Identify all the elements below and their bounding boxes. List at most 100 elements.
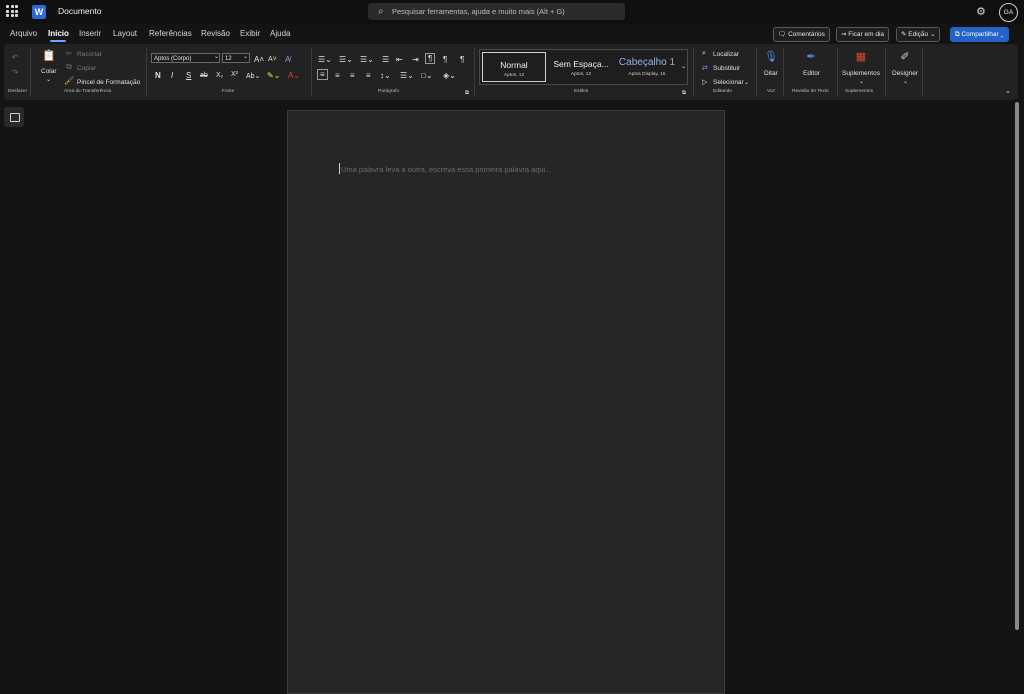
- tab-referencias[interactable]: Referências: [149, 29, 192, 38]
- tab-inserir[interactable]: Inserir: [79, 29, 101, 38]
- document-title[interactable]: Documento: [58, 6, 101, 16]
- chevron-down-icon: ⌄: [929, 31, 936, 38]
- styles-dialog-launcher-icon[interactable]: ⧉: [682, 90, 686, 97]
- numbering-icon[interactable]: ☰⌄: [339, 55, 353, 64]
- font-color-icon[interactable]: A⌄: [288, 71, 300, 80]
- clipboard-group-label: Área de Transferência: [64, 89, 112, 94]
- replace-icon: ⇄: [702, 65, 708, 72]
- app-launcher-icon[interactable]: [6, 5, 18, 17]
- style-heading-1-sub: Aptos Display, 16: [628, 72, 666, 77]
- tab-ajuda[interactable]: Ajuda: [270, 29, 290, 38]
- find-button[interactable]: Localizar: [713, 51, 739, 58]
- editor-pen-icon[interactable]: ✒: [805, 52, 817, 63]
- paragraph-group-label: Parágrafo: [378, 89, 400, 94]
- line-spacing-icon[interactable]: ↕⌄: [380, 71, 391, 80]
- grow-font-icon[interactable]: A˄: [254, 55, 264, 64]
- designer-button[interactable]: Designer: [892, 70, 918, 77]
- user-avatar[interactable]: GA: [999, 3, 1018, 22]
- paragraph-dialog-launcher-icon[interactable]: ⧉: [465, 90, 469, 97]
- style-heading-1[interactable]: Cabeçalho 1 Aptos Display, 16: [614, 52, 680, 82]
- dictate-button[interactable]: Ditar: [764, 70, 778, 77]
- chevron-down-icon[interactable]: ⌄: [46, 76, 51, 83]
- vertical-scrollbar[interactable]: [1015, 102, 1019, 630]
- bullets-icon[interactable]: ☰⌄: [318, 55, 332, 64]
- borders-icon[interactable]: □⌄: [421, 71, 433, 80]
- italic-button[interactable]: I: [171, 71, 173, 80]
- replace-button[interactable]: Substituir: [713, 65, 740, 72]
- designer-wand-icon[interactable]: ✐: [899, 52, 911, 63]
- ltr-direction-icon[interactable]: ¶: [443, 55, 447, 64]
- styles-group-label: Estilos: [574, 89, 589, 94]
- align-center-icon[interactable]: ≡: [335, 71, 340, 80]
- editing-mode-button[interactable]: ✎ Edição ⌄: [896, 27, 941, 42]
- paste-icon[interactable]: 📋: [42, 51, 56, 62]
- tab-revisao[interactable]: Revisão: [201, 29, 230, 38]
- select-button[interactable]: Selecionar: [713, 79, 744, 86]
- text-effects-icon[interactable]: Ab⌄: [246, 72, 260, 80]
- format-painter-label[interactable]: Pincel de Formatação: [77, 79, 140, 86]
- navigation-pane-icon[interactable]: [4, 107, 24, 127]
- style-normal-sub: Aptos, 12: [503, 73, 525, 78]
- rtl-direction-icon[interactable]: ¶: [425, 53, 436, 64]
- align-right-icon[interactable]: ≡: [350, 71, 355, 80]
- word-logo-icon: W: [32, 5, 46, 19]
- paragraph-spacing-icon[interactable]: ☰⌄: [400, 71, 414, 80]
- paste-label[interactable]: Colar: [41, 68, 57, 75]
- addins-button[interactable]: Suplementos: [842, 70, 880, 77]
- styles-more-icon[interactable]: ⌄: [681, 63, 686, 70]
- share-icon: ⧉: [955, 31, 960, 38]
- underline-button[interactable]: S: [186, 71, 191, 80]
- editing-group-label: Editando: [713, 89, 732, 94]
- group-separator: [837, 48, 838, 96]
- tab-exibir[interactable]: Exibir: [240, 29, 260, 38]
- search-placeholder: Pesquisar ferramentas, ajuda e muito mai…: [392, 7, 565, 16]
- increase-indent-icon[interactable]: ⇥: [412, 55, 419, 64]
- tab-layout[interactable]: Layout: [113, 29, 137, 38]
- subscript-icon[interactable]: X₂: [216, 72, 223, 79]
- microphone-icon[interactable]: 🎙: [764, 52, 778, 63]
- document-placeholder[interactable]: Uma palavra leva a outra, escreva essa p…: [341, 165, 552, 174]
- comment-icon: 🗨: [778, 31, 787, 38]
- group-separator: [783, 48, 784, 96]
- highlight-icon[interactable]: ✎⌄: [267, 71, 280, 80]
- scissors-icon: ✂: [65, 49, 73, 58]
- share-button[interactable]: ⧉ Compartilhar ⌄: [950, 27, 1009, 42]
- align-left-icon[interactable]: ≡: [317, 69, 328, 80]
- undo-icon[interactable]: ↶: [10, 53, 20, 63]
- justify-icon[interactable]: ≡: [366, 71, 371, 80]
- catch-up-button[interactable]: ⇝ Ficar em dia: [836, 27, 890, 42]
- bold-button[interactable]: N: [155, 71, 161, 80]
- ribbon-collapse-chevron-icon[interactable]: ⌄: [1005, 87, 1011, 95]
- decrease-indent-icon[interactable]: ⇤: [396, 55, 403, 64]
- settings-gear-icon[interactable]: ⚙: [976, 5, 986, 18]
- group-separator: [474, 48, 475, 96]
- tab-inicio[interactable]: Início: [48, 29, 69, 38]
- superscript-icon[interactable]: X²: [231, 71, 238, 78]
- shrink-font-icon[interactable]: A˅: [268, 56, 277, 63]
- style-heading-1-name: Cabeçalho 1: [618, 57, 676, 68]
- font-family-select[interactable]: Aptos (Corpo): [151, 53, 220, 63]
- chevron-down-icon: ⌄: [1000, 31, 1004, 38]
- strikethrough-icon[interactable]: ab: [200, 72, 208, 79]
- document-page[interactable]: [287, 110, 725, 694]
- style-no-spacing-name: Sem Espaça...: [553, 59, 609, 69]
- cut-label[interactable]: Recortar: [77, 51, 102, 58]
- group-separator: [885, 48, 886, 96]
- tab-arquivo[interactable]: Arquivo: [10, 29, 37, 38]
- line-style-icon[interactable]: ☰: [382, 55, 389, 64]
- style-normal[interactable]: Normal Aptos, 12: [482, 52, 546, 82]
- clear-formatting-icon[interactable]: A̸: [285, 55, 290, 64]
- redo-icon[interactable]: ↷: [10, 68, 20, 78]
- copy-label[interactable]: Copiar: [77, 65, 96, 72]
- comments-button[interactable]: 🗨 Comentários: [773, 27, 830, 42]
- search-box[interactable]: ⌕ Pesquisar ferramentas, ajuda e muito m…: [368, 3, 625, 20]
- show-paragraph-marks-icon[interactable]: ¶: [460, 55, 464, 64]
- addins-grid-icon[interactable]: ▦: [855, 52, 867, 63]
- font-group-label: Fonte: [222, 89, 235, 94]
- editor-button[interactable]: Editor: [803, 70, 820, 77]
- multilevel-list-icon[interactable]: ☰⌄: [360, 55, 374, 64]
- shading-icon[interactable]: ◈⌄: [443, 71, 456, 80]
- undo-group-label: Desfazer: [8, 89, 28, 94]
- editing-mode-label: Edição: [908, 31, 929, 38]
- style-no-spacing[interactable]: Sem Espaça... Aptos, 12: [549, 52, 613, 82]
